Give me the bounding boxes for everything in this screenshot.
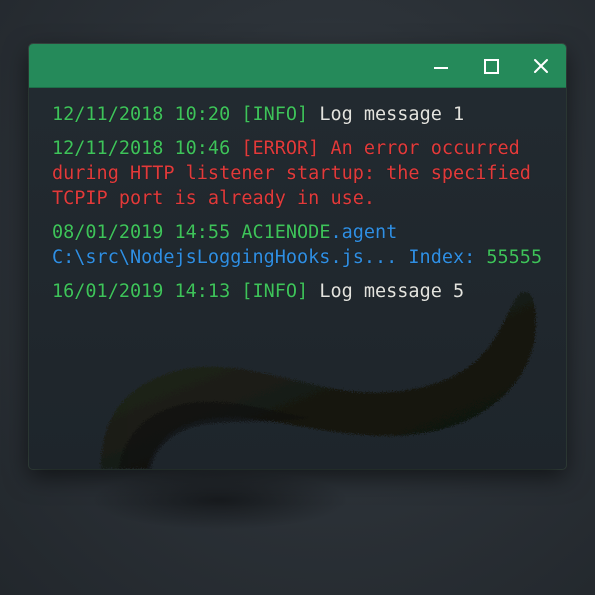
minimize-icon <box>434 67 448 69</box>
log-source-name: AC1ENODE <box>241 222 331 243</box>
backdrop-shadow <box>90 470 350 530</box>
log-timestamp: 12/11/2018 10:46 <box>52 138 231 159</box>
maximize-button[interactable] <box>475 50 507 82</box>
log-level-info: [INFO] <box>241 281 309 302</box>
log-entry[interactable]: 08/01/2019 14:55 AC1ENODE.agent C:\src\N… <box>52 220 552 270</box>
log-timestamp: 12/11/2018 10:20 <box>52 104 231 125</box>
close-button[interactable] <box>525 50 557 82</box>
title-bar[interactable] <box>29 44 566 88</box>
log-level-info: [INFO] <box>241 104 309 125</box>
log-list: 12/11/2018 10:20 [INFO] Log message 1 12… <box>52 102 552 313</box>
log-source-suffix: .agent <box>330 222 398 243</box>
log-output-area[interactable]: 12/11/2018 10:20 [INFO] Log message 1 12… <box>29 88 566 469</box>
log-level-error: [ERROR] <box>241 138 320 159</box>
log-entry-error[interactable]: 12/11/2018 10:46 [ERROR] An error occurr… <box>52 136 552 211</box>
log-entry[interactable]: 12/11/2018 10:20 [INFO] Log message 1 <box>52 102 552 127</box>
log-index-value: 55555 <box>486 247 543 268</box>
log-entry[interactable]: 16/01/2019 14:13 [INFO] Log message 5 <box>52 279 552 304</box>
maximize-icon <box>483 58 499 74</box>
log-timestamp: 16/01/2019 14:13 <box>52 281 231 302</box>
log-source-path-link[interactable]: C:\src\NodejsLoggingHooks.js... <box>52 247 397 268</box>
minimize-button[interactable] <box>425 50 457 82</box>
log-message: Log message 5 <box>319 281 465 302</box>
log-index-label: Index: <box>408 247 476 268</box>
log-message: Log message 1 <box>319 104 465 125</box>
log-timestamp: 08/01/2019 14:55 <box>52 222 231 243</box>
log-window: 12/11/2018 10:20 [INFO] Log message 1 12… <box>29 44 566 469</box>
close-icon <box>534 59 548 73</box>
